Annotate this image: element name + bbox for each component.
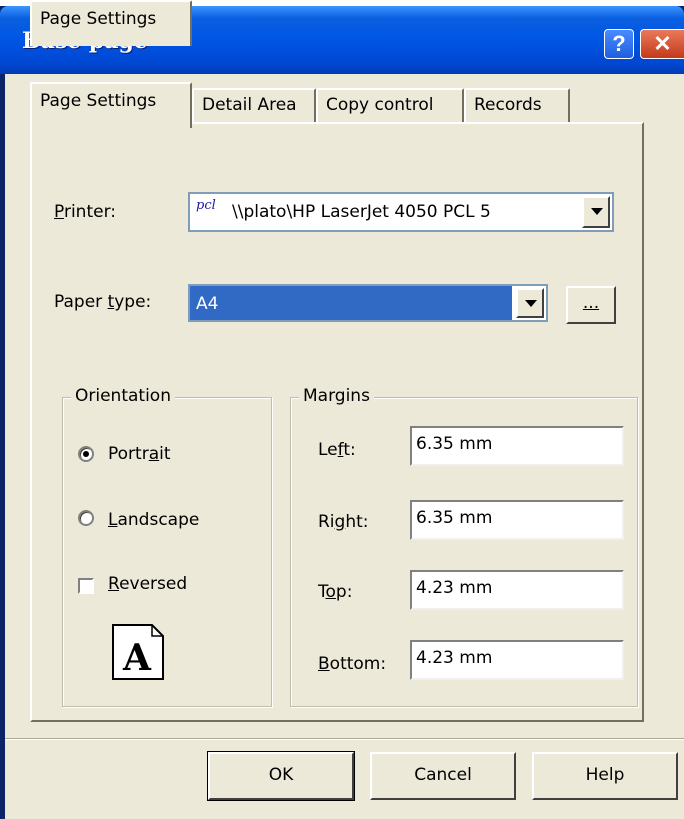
top-label-mnemonic: o	[325, 582, 336, 602]
close-icon: ✕	[653, 31, 672, 56]
top-label-post: p:	[335, 582, 353, 602]
tab-label: Detail Area	[202, 95, 297, 115]
printer-label: Printer:	[54, 202, 116, 222]
paper-type-selected: A4	[190, 286, 512, 320]
right-label-pre: Ri	[318, 512, 335, 532]
portrait-label[interactable]: Portrait	[108, 444, 171, 464]
right-label-mnemonic: g	[334, 512, 346, 532]
orientation-group-title: Orientation	[71, 386, 175, 406]
cancel-button[interactable]: Cancel	[370, 752, 516, 800]
printer-name: \\plato\HP LaserJet 4050 PCL 5	[232, 202, 491, 222]
portrait-label-post: it	[159, 444, 171, 464]
page-glyph: A	[122, 637, 152, 679]
paper-type-label-prefix: Paper	[54, 292, 108, 312]
bottom-label-post: ottom:	[329, 654, 387, 674]
landscape-label[interactable]: Landscape	[108, 510, 199, 530]
tab-detail-area[interactable]: Detail Area	[192, 88, 316, 124]
portrait-page-icon: A	[112, 624, 164, 680]
reversed-label-mnemonic: R	[108, 574, 120, 594]
help-button[interactable]: Help	[532, 752, 678, 800]
reversed-checkbox[interactable]	[78, 578, 94, 594]
left-label-pre: Le	[318, 440, 338, 460]
tab-label: Page Settings	[40, 9, 157, 29]
right-margin-input[interactable]: 6.35 mm	[410, 500, 624, 540]
tab-copy-control[interactable]: Copy control	[316, 88, 464, 124]
portrait-radio[interactable]	[78, 446, 94, 462]
bottom-margin-input[interactable]: 4.23 mm	[410, 640, 624, 680]
chevron-down-icon[interactable]	[582, 196, 610, 228]
left-label-post: t:	[343, 440, 356, 460]
chevron-down-icon[interactable]	[516, 288, 544, 318]
left-margin-label: Left:	[318, 440, 356, 460]
pcl-icon: pcl	[196, 198, 216, 213]
landscape-radio[interactable]	[78, 510, 94, 526]
top-margin-input[interactable]: 4.23 mm	[410, 570, 624, 610]
printer-label-rest: rinter:	[63, 202, 116, 222]
portrait-label-mnemonic: a	[148, 444, 160, 464]
margins-group-title: Margins	[299, 386, 374, 406]
help-title-button[interactable]: ?	[604, 29, 634, 59]
reversed-label[interactable]: Reversed	[108, 574, 187, 594]
button-bar-separator	[5, 738, 684, 740]
left-margin-input[interactable]: 6.35 mm	[410, 426, 624, 466]
tab-label: Page Settings	[40, 91, 157, 111]
landscape-label-post: andscape	[117, 510, 200, 530]
tab-page-settings-front[interactable]: Page Settings	[30, 82, 192, 128]
close-button[interactable]: ✕	[640, 29, 684, 59]
printer-select[interactable]: pcl \\plato\HP LaserJet 4050 PCL 5	[188, 192, 614, 232]
printer-select-value: pcl \\plato\HP LaserJet 4050 PCL 5	[190, 194, 578, 230]
bottom-margin-label: Bottom:	[318, 654, 386, 674]
paper-type-label-rest: ype:	[114, 292, 152, 312]
paper-type-select[interactable]: A4	[188, 284, 548, 322]
question-mark-icon: ?	[612, 31, 626, 56]
tab-label: Copy control	[326, 95, 434, 115]
paper-type-browse-button[interactable]: ...	[566, 286, 616, 324]
tab-page-settings[interactable]: Page Settings	[30, 0, 192, 46]
tab-records[interactable]: Records	[464, 88, 570, 124]
reversed-label-post: eversed	[119, 574, 188, 594]
portrait-label-pre: Portr	[108, 444, 149, 464]
right-label-post: ht:	[345, 512, 369, 532]
browse-ellipsis-label: ...	[582, 293, 600, 313]
ok-button[interactable]: OK	[207, 751, 355, 801]
paper-type-label: Paper type:	[54, 292, 151, 312]
bottom-label-mnemonic: B	[318, 654, 330, 674]
right-margin-label: Right:	[318, 512, 369, 532]
top-margin-label: Top:	[318, 582, 352, 602]
paper-type-value: A4	[196, 294, 219, 314]
printer-label-mnemonic: P	[54, 202, 64, 222]
tab-label: Records	[474, 95, 542, 115]
top-label-pre: T	[318, 582, 326, 602]
